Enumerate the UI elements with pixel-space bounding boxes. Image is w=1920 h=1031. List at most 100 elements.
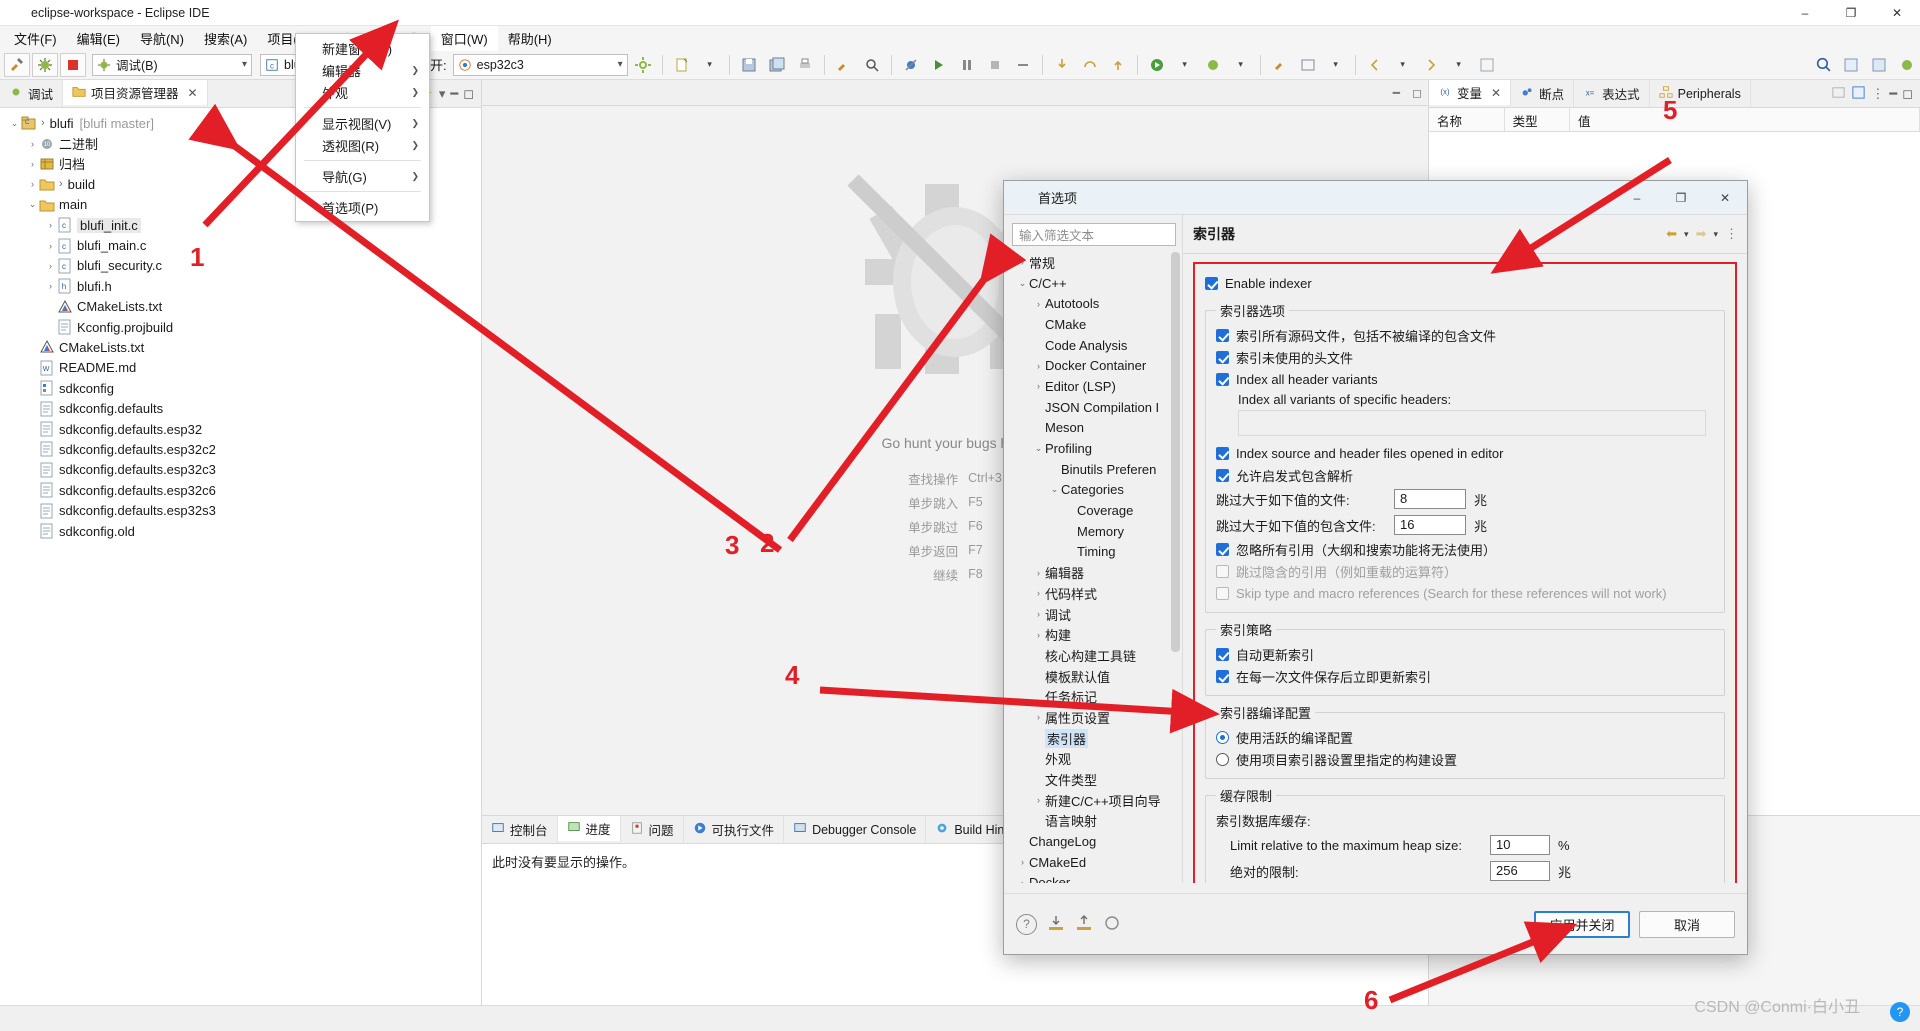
- cancel-button[interactable]: 取消: [1639, 910, 1735, 938]
- preferences-tree-row[interactable]: Binutils Preferen: [1012, 459, 1182, 480]
- preferences-tree-row[interactable]: ⌄ Categories: [1012, 480, 1182, 501]
- project-tree[interactable]: ⌄ C › blufi [blufi master] › 10 二进制 › 归档 › › build ⌄ m…: [0, 108, 481, 1005]
- skip-includes-input[interactable]: 16: [1394, 515, 1466, 536]
- preferences-tree-row[interactable]: ⌄ Profiling: [1012, 438, 1182, 459]
- preferences-tree-row[interactable]: › Docker Container: [1012, 355, 1182, 376]
- chevron-right-icon[interactable]: ›: [1032, 795, 1045, 805]
- window-menu-item-7[interactable]: 导航(G) ❯: [296, 165, 429, 187]
- help-badge[interactable]: ?: [1890, 1002, 1910, 1022]
- index-strategy-row-1[interactable]: 在每一次文件保存后立即更新索引: [1216, 665, 1714, 687]
- console-tab-3[interactable]: 可执行文件: [684, 816, 785, 843]
- resume-icon[interactable]: [926, 53, 952, 77]
- indexer-option-checkbox-0[interactable]: [1216, 328, 1229, 342]
- open-perspective-icon[interactable]: [1474, 53, 1500, 77]
- project-tree-row[interactable]: W README.md: [0, 358, 481, 378]
- preferences-filter-input[interactable]: 输入筛选文本: [1012, 223, 1176, 246]
- skip-files-input[interactable]: 8: [1394, 489, 1466, 510]
- chevron-right-icon[interactable]: ›: [44, 261, 57, 271]
- forward-dropdown-icon[interactable]: ▾: [1446, 53, 1472, 77]
- perspective-icon[interactable]: [1295, 53, 1321, 77]
- build-config-radio-1[interactable]: [1216, 752, 1229, 766]
- project-tree-row[interactable]: CMakeLists.txt: [0, 337, 481, 357]
- chevron-right-icon[interactable]: ›: [26, 179, 39, 189]
- chevron-right-icon[interactable]: ›: [1032, 381, 1045, 391]
- forward-dropdown-icon[interactable]: ▾: [1713, 229, 1718, 240]
- page-menu-icon[interactable]: ⋮: [1725, 226, 1738, 242]
- indexer-option3-row-0[interactable]: 忽略所有引用（大纲和搜索功能将无法使用）: [1216, 538, 1714, 560]
- preferences-tree-row[interactable]: › 构建: [1012, 624, 1182, 645]
- project-tree-row[interactable]: › c blufi_main.c: [0, 235, 481, 255]
- apply-and-close-button[interactable]: 应用并关闭: [1534, 910, 1630, 938]
- variables-column-header[interactable]: 类型: [1505, 108, 1571, 131]
- maximize-button[interactable]: ❐: [1828, 0, 1874, 26]
- debug-perspective-icon[interactable]: [1894, 53, 1920, 77]
- preferences-tree-row[interactable]: › Docker: [1012, 873, 1182, 883]
- preferences-tree-row[interactable]: › 新建C/C++项目向导: [1012, 790, 1182, 811]
- indexer-option2-checkbox-0[interactable]: [1216, 446, 1229, 460]
- index-strategy-row-0[interactable]: 自动更新索引: [1216, 643, 1714, 665]
- debug-bug-icon[interactable]: [32, 52, 58, 77]
- step-return-icon[interactable]: [1105, 53, 1131, 77]
- terminate-icon[interactable]: [982, 53, 1008, 77]
- project-tree-row[interactable]: › c blufi_security.c: [0, 256, 481, 276]
- minimize-button[interactable]: –: [1782, 0, 1828, 26]
- preferences-tree-row[interactable]: 文件类型: [1012, 769, 1182, 790]
- indexer-option3-checkbox-0[interactable]: [1216, 542, 1229, 556]
- build-hammer-icon[interactable]: [4, 52, 30, 77]
- preferences-tree-row[interactable]: JSON Compilation I: [1012, 397, 1182, 418]
- view-menu-icon[interactable]: ⋮: [1871, 86, 1884, 102]
- chevron-right-icon[interactable]: ›: [26, 139, 39, 149]
- variables-tab-2[interactable]: x= 表达式: [1574, 80, 1650, 107]
- window-menu-item-5[interactable]: 透视图(R) ❯: [296, 134, 429, 156]
- step-into-icon[interactable]: [1049, 53, 1075, 77]
- chevron-right-icon[interactable]: ›: [1016, 257, 1029, 267]
- project-tree-row[interactable]: sdkconfig.defaults.esp32c6: [0, 480, 481, 500]
- preferences-tree-row[interactable]: 模板默认值: [1012, 666, 1182, 687]
- preferences-tree-row[interactable]: › Editor (LSP): [1012, 376, 1182, 397]
- preferences-maximize-button[interactable]: ❐: [1659, 181, 1703, 215]
- project-tree-row[interactable]: sdkconfig.defaults.esp32c3: [0, 460, 481, 480]
- close-button[interactable]: ✕: [1874, 0, 1920, 26]
- chevron-right-icon[interactable]: ›: [1032, 712, 1045, 722]
- open-perspective-button[interactable]: [1838, 53, 1864, 77]
- chevron-right-icon[interactable]: ›: [26, 159, 39, 169]
- cpp-perspective-icon[interactable]: [1866, 53, 1892, 77]
- collapse-all-icon[interactable]: [1851, 85, 1866, 103]
- build-config-radio-0[interactable]: [1216, 730, 1229, 744]
- preferences-tree-row[interactable]: Timing: [1012, 542, 1182, 563]
- enable-indexer-row[interactable]: Enable indexer: [1205, 272, 1725, 294]
- indexer-option2-row-1[interactable]: 允许启发式包含解析: [1216, 464, 1714, 486]
- indexer-option-row-2[interactable]: Index all header variants: [1216, 368, 1714, 390]
- indexer-option-checkbox-1[interactable]: [1216, 350, 1229, 364]
- new-dropdown-icon[interactable]: ▾: [697, 53, 723, 77]
- index-strategy-checkbox-1[interactable]: [1216, 669, 1229, 683]
- indexer-option2-row-0[interactable]: Index source and header files opened in …: [1216, 442, 1714, 464]
- window-menu-dropdown[interactable]: 新建窗口(N) 编辑器 ❯ 外观 ❯ 显示视图(V) ❯ 透视图(R) ❯ 导航(G) ❯ 首选项(P…: [295, 33, 430, 222]
- preferences-tree-row[interactable]: ChangeLog: [1012, 831, 1182, 852]
- chevron-right-icon[interactable]: ›: [1032, 630, 1045, 640]
- export-icon[interactable]: [1075, 914, 1093, 935]
- preferences-tree-row[interactable]: › 代码样式: [1012, 583, 1182, 604]
- project-explorer-tab-0[interactable]: 调试: [0, 80, 64, 107]
- import-icon[interactable]: [1047, 914, 1065, 935]
- menu-8[interactable]: 帮助(H): [498, 26, 562, 51]
- forward-arrow-icon[interactable]: ➡: [1696, 226, 1707, 242]
- run-dropdown-icon[interactable]: ▾: [1172, 53, 1198, 77]
- chevron-right-icon[interactable]: ›: [1016, 857, 1029, 867]
- menu-3[interactable]: 搜索(A): [194, 26, 257, 51]
- preferences-tree-row[interactable]: › Autotools: [1012, 293, 1182, 314]
- save-all-icon[interactable]: [764, 53, 790, 77]
- maximize-view-icon[interactable]: ◻: [1902, 86, 1913, 102]
- project-tree-row[interactable]: Kconfig.projbuild: [0, 317, 481, 337]
- indexer-option2-checkbox-1[interactable]: [1216, 468, 1229, 482]
- help-icon[interactable]: ?: [1016, 913, 1037, 935]
- back-dropdown-icon[interactable]: ▾: [1684, 229, 1689, 240]
- close-icon[interactable]: ✕: [188, 86, 198, 100]
- variables-tab-0[interactable]: (x) 变量 ✕: [1429, 80, 1512, 107]
- window-menu-item-1[interactable]: 编辑器 ❯: [296, 59, 429, 81]
- disconnect-icon[interactable]: [1010, 53, 1036, 77]
- quick-search-icon[interactable]: [1810, 53, 1836, 77]
- console-tab-1[interactable]: 进度: [557, 816, 621, 843]
- chevron-right-icon[interactable]: ›: [1032, 588, 1045, 598]
- new-file-icon[interactable]: [669, 53, 695, 77]
